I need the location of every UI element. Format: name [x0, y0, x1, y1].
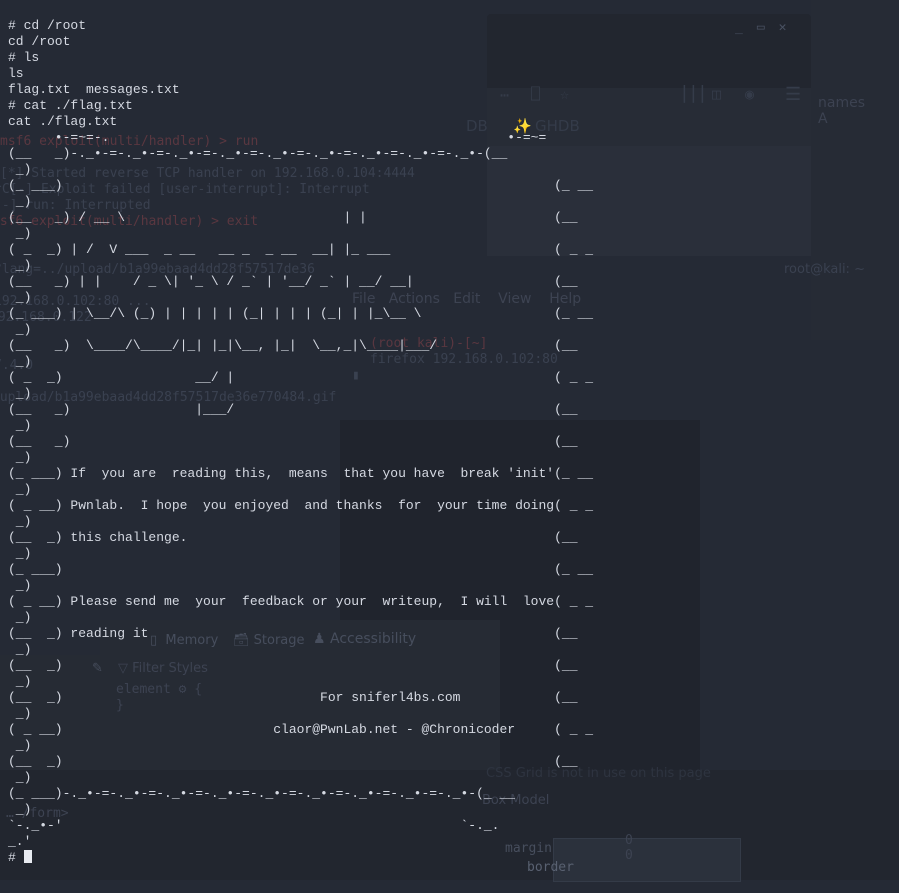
terminal-line: # cd /root: [8, 18, 87, 33]
terminal-line: cat ./flag.txt: [8, 114, 118, 129]
terminal-line: (__ _)-._•-=-._•-=-._•-=-._•-=-._•-=-._•…: [8, 146, 508, 161]
terminal-line: (__ _) (__: [8, 754, 578, 769]
terminal-line: ( _ _) __/ | ( _ _: [8, 370, 594, 385]
terminal-line: _): [8, 322, 32, 337]
terminal-line: (__ _) \____/\____/|_| |_|\__, |_| \__,_…: [8, 338, 578, 353]
terminal-line: _): [8, 258, 32, 273]
terminal-line: _): [8, 578, 32, 593]
terminal-line: _): [8, 226, 32, 241]
terminal-line: _): [8, 354, 32, 369]
terminal-line: _): [8, 290, 32, 305]
terminal-output[interactable]: # cd /root cd /root # ls ls flag.txt message…: [0, 13, 899, 893]
terminal-line: (_ ___) (_ __: [8, 178, 594, 193]
terminal-line: _): [8, 546, 32, 561]
terminal-line: ( _ __) Pwnlab. I hope you enjoyed and t…: [8, 498, 594, 513]
terminal-line: (_ ___) | \__/\ (_) | | | | | (_| | | | …: [8, 306, 594, 321]
terminal-line: (__ _) |___/ (__: [8, 402, 578, 417]
terminal-line: (_ ___)-._•-=-._•-=-._•-=-._•-=-._•-=-._…: [8, 786, 516, 801]
terminal-line: ls: [8, 66, 24, 81]
terminal-line: _): [8, 482, 32, 497]
terminal-line: _): [8, 610, 32, 625]
terminal-line: _): [8, 642, 32, 657]
terminal-line: _): [8, 770, 32, 785]
terminal-prompt-line: #: [8, 850, 899, 866]
terminal-line: (__ _) | | / _ \| '_ \ / _` | '__/ _` | …: [8, 274, 578, 289]
terminal-line: (_ ___) (_ __: [8, 562, 594, 577]
terminal-line: cd /root: [8, 34, 71, 49]
terminal-line: # ls: [8, 50, 40, 65]
terminal-line: ( _ _) | / V ___ _ __ __ _ _ __ __| |_ _…: [8, 242, 594, 257]
terminal-line: _): [8, 162, 32, 177]
terminal-line: •-=~=-. •-=~=: [8, 130, 547, 145]
terminal-line: _): [8, 194, 32, 209]
terminal-line: ( _ __) claor@PwnLab.net - @Chronicoder …: [8, 722, 594, 737]
terminal-line: _): [8, 738, 32, 753]
terminal-line: (__ _) (__: [8, 658, 578, 673]
terminal-line: (__ _) / __ \ | | (__: [8, 210, 578, 225]
terminal-line: _): [8, 706, 32, 721]
terminal-line: # cat ./flag.txt: [8, 98, 133, 113]
terminal-line: (__ _) For sniferl4bs.com (__: [8, 690, 578, 705]
terminal-line: _.': [8, 834, 32, 849]
terminal-line: _): [8, 802, 32, 817]
terminal-line: (__ _) reading it (__: [8, 626, 578, 641]
terminal-line: flag.txt messages.txt: [8, 82, 180, 97]
terminal-line: `-._•-' `-._.: [8, 818, 500, 833]
terminal-line: (_ ___) If you are reading this, means t…: [8, 466, 594, 481]
terminal-line: _): [8, 674, 32, 689]
terminal-line: _): [8, 514, 32, 529]
terminal-line: _): [8, 418, 32, 433]
terminal-cursor: [23, 850, 32, 863]
terminal-line: _): [8, 386, 32, 401]
terminal-line: _): [8, 450, 32, 465]
terminal-line: (__ _) (__: [8, 434, 578, 449]
terminal-line: (__ _) this challenge. (__: [8, 530, 578, 545]
terminal-line: ( _ __) Please send me your feedback or …: [8, 594, 594, 609]
